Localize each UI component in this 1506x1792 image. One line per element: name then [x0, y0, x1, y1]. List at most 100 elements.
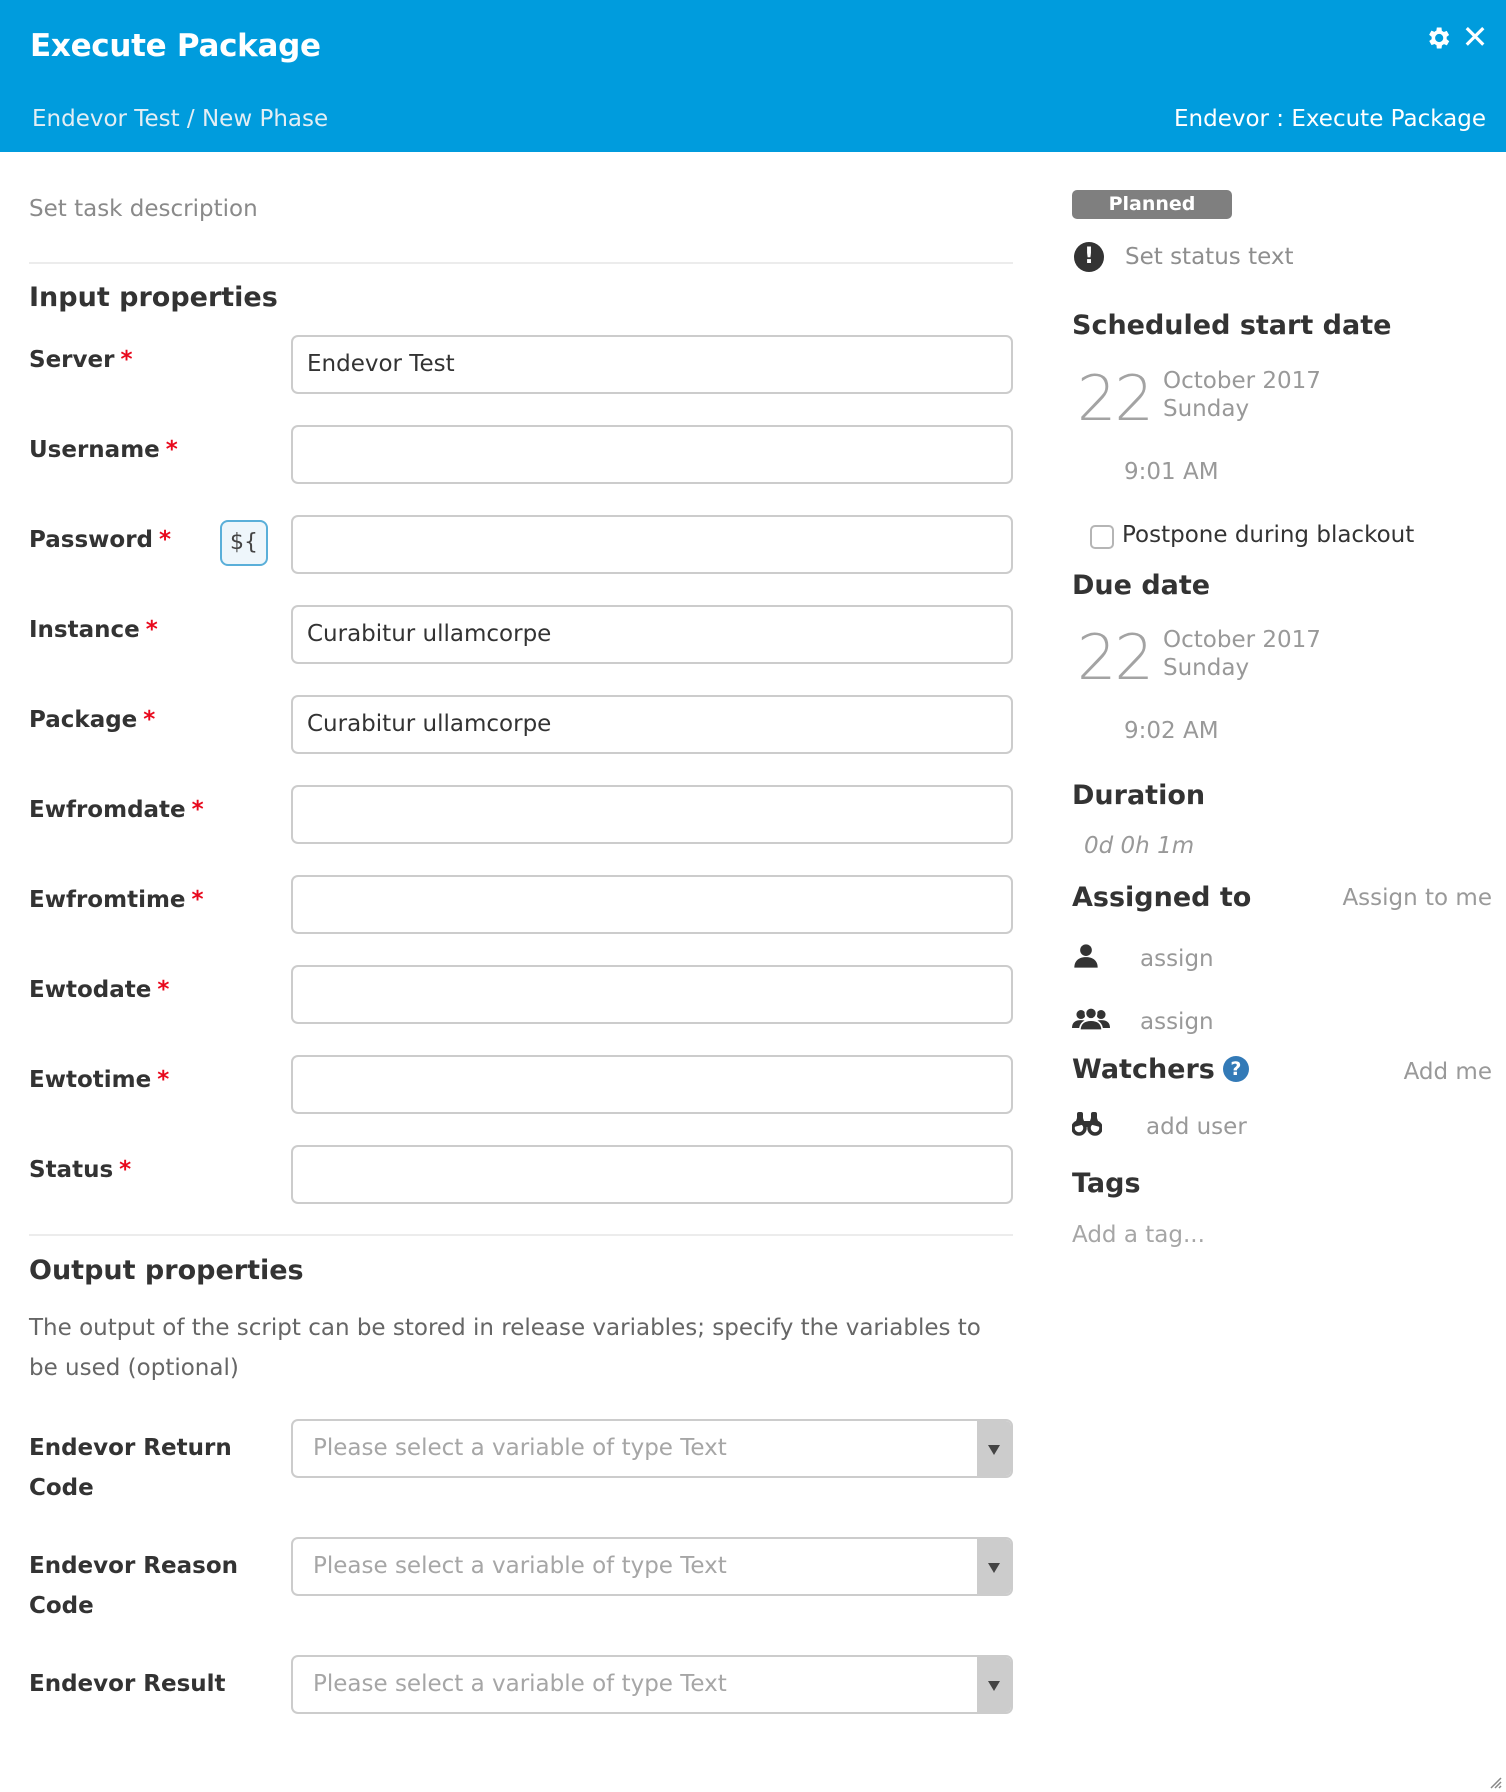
- due-date-title: Due date: [1072, 570, 1211, 601]
- field-endevor-result: Endevor Result Please select a variable …: [29, 1655, 1013, 1714]
- field-ewfromtime: Ewfromtime *: [29, 875, 1013, 934]
- variable-toggle-button[interactable]: ${: [220, 520, 268, 566]
- assign-team-text: assign: [1140, 1009, 1214, 1035]
- checkbox-label: Postpone during blackout: [1122, 522, 1415, 548]
- label-text: Username: [29, 437, 160, 463]
- field-ewtotime: Ewtotime *: [29, 1055, 1013, 1114]
- required-marker: *: [191, 797, 204, 823]
- field-instance: Instance * Curabitur ullamcorpe: [29, 605, 1013, 664]
- close-icon[interactable]: ✕: [1460, 20, 1490, 54]
- due-date-picker[interactable]: 22 October 2017 Sunday: [1077, 621, 1377, 697]
- scheduled-start-time[interactable]: 9:01 AM: [1124, 459, 1219, 485]
- divider: [29, 262, 1013, 264]
- field-label: Password *: [29, 527, 171, 553]
- instance-input[interactable]: Curabitur ullamcorpe: [291, 605, 1013, 664]
- gear-icon-svg: [1429, 27, 1450, 49]
- select-placeholder: Please select a variable of type Text: [313, 1553, 727, 1579]
- endevor-return-code-select[interactable]: Please select a variable of type Text: [291, 1419, 1013, 1478]
- output-properties-title: Output properties: [29, 1255, 304, 1286]
- field-label: Ewtotime *: [29, 1067, 169, 1093]
- scheduled-start-date-picker[interactable]: 22 October 2017 Sunday: [1077, 362, 1377, 438]
- field-label: Ewfromtime *: [29, 887, 204, 913]
- divider: [29, 1234, 1013, 1236]
- ewtotime-input[interactable]: [291, 1055, 1013, 1114]
- status-text-input[interactable]: Set status text: [1125, 244, 1293, 270]
- assign-user-text: assign: [1140, 946, 1214, 972]
- help-icon[interactable]: ?: [1222, 1056, 1249, 1082]
- output-properties-description: The output of the script can be stored i…: [29, 1315, 981, 1381]
- dropdown-toggle[interactable]: [977, 1421, 1011, 1476]
- ewtodate-input[interactable]: [291, 965, 1013, 1024]
- field-label: Ewtodate *: [29, 977, 169, 1003]
- exclamation-circle-icon: !: [1074, 242, 1104, 272]
- chevron-down-icon: [988, 1563, 1000, 1573]
- field-label: Server *: [29, 347, 132, 373]
- assign-to-me-link[interactable]: Assign to me: [1342, 885, 1492, 911]
- breadcrumb[interactable]: Endevor Test / New Phase: [32, 106, 328, 132]
- assign-team[interactable]: assign: [1072, 1005, 1372, 1039]
- endevor-result-select[interactable]: Please select a variable of type Text: [291, 1655, 1013, 1714]
- chevron-down-icon: [988, 1681, 1000, 1691]
- server-input[interactable]: Endevor Test: [291, 335, 1013, 394]
- label-text: Instance: [29, 617, 140, 643]
- required-marker: *: [191, 887, 204, 913]
- field-status: Status *: [29, 1145, 1013, 1204]
- status-badge[interactable]: Planned: [1072, 190, 1232, 219]
- assign-user[interactable]: assign: [1072, 942, 1372, 976]
- duration-value[interactable]: 0d 0h 1m: [1084, 833, 1194, 859]
- field-package: Package * Curabitur ullamcorpe: [29, 695, 1013, 754]
- select-placeholder: Please select a variable of type Text: [313, 1435, 727, 1461]
- assigned-to-title: Assigned to: [1072, 882, 1252, 913]
- password-input[interactable]: [291, 515, 1013, 574]
- input-properties-title: Input properties: [29, 282, 278, 313]
- chevron-down-icon: [988, 1445, 1000, 1455]
- dialog-header: Execute Package Endevor Test / New Phase…: [0, 0, 1506, 152]
- add-me-link[interactable]: Add me: [1404, 1059, 1492, 1085]
- field-label: Status *: [29, 1157, 131, 1183]
- package-input[interactable]: Curabitur ullamcorpe: [291, 695, 1013, 754]
- field-label: Endevor Return Code: [29, 1435, 232, 1501]
- required-marker: *: [157, 1067, 170, 1093]
- required-marker: *: [120, 347, 133, 373]
- field-endevor-return-code: Endevor Return Code Please select a vari…: [29, 1419, 1013, 1501]
- status-input[interactable]: [291, 1145, 1013, 1204]
- add-watcher[interactable]: add user: [1071, 1110, 1372, 1144]
- date-weekday: Sunday: [1163, 396, 1250, 422]
- watchers-title-text: Watchers: [1072, 1054, 1215, 1085]
- field-label: Package *: [29, 707, 155, 733]
- due-date-time[interactable]: 9:02 AM: [1124, 718, 1219, 744]
- field-password: Password * ${: [29, 515, 1013, 574]
- ewfromtime-input[interactable]: [291, 875, 1013, 934]
- label-text: Server: [29, 347, 115, 373]
- date-day: 22: [1077, 621, 1154, 694]
- field-ewfromdate: Ewfromdate *: [29, 785, 1013, 844]
- label-text: Ewtotime: [29, 1067, 152, 1093]
- ewfromdate-input[interactable]: [291, 785, 1013, 844]
- tag-input[interactable]: Add a tag...: [1072, 1222, 1205, 1248]
- watchers-title: Watchers?: [1072, 1054, 1249, 1085]
- field-label: Endevor Result: [29, 1671, 226, 1697]
- field-ewtodate: Ewtodate *: [29, 965, 1013, 1024]
- required-marker: *: [157, 977, 170, 1003]
- field-label: Endevor Reason Code: [29, 1553, 238, 1619]
- date-day: 22: [1077, 362, 1154, 435]
- label-text: Ewtodate: [29, 977, 152, 1003]
- field-endevor-reason-code: Endevor Reason Code Please select a vari…: [29, 1537, 1013, 1619]
- field-label: Username *: [29, 437, 178, 463]
- gear-icon[interactable]: [1424, 24, 1452, 52]
- endevor-reason-code-select[interactable]: Please select a variable of type Text: [291, 1537, 1013, 1596]
- postpone-checkbox[interactable]: [1090, 525, 1114, 549]
- tags-title: Tags: [1072, 1168, 1141, 1199]
- label-text: Ewfromtime: [29, 887, 186, 913]
- username-input[interactable]: [291, 425, 1013, 484]
- task-description[interactable]: Set task description: [29, 196, 258, 222]
- task-type-label: Endevor : Execute Package: [1174, 106, 1486, 132]
- label-text: Ewfromdate: [29, 797, 186, 823]
- users-icon: [1072, 1005, 1110, 1035]
- date-month-year: October 2017: [1163, 627, 1321, 653]
- duration-title: Duration: [1072, 780, 1206, 811]
- resize-handle-icon[interactable]: [1488, 1774, 1502, 1789]
- dropdown-toggle[interactable]: [977, 1539, 1011, 1594]
- dropdown-toggle[interactable]: [977, 1657, 1011, 1712]
- date-weekday: Sunday: [1163, 655, 1250, 681]
